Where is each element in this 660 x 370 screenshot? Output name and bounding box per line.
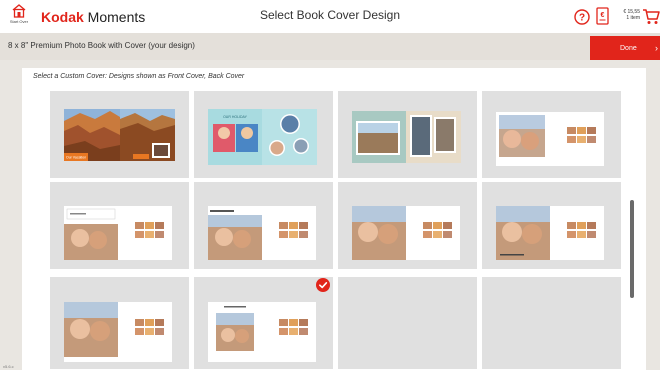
product-bar: 8 x 8" Premium Photo Book with Cover (yo… xyxy=(0,33,660,60)
canyon-cover-title: Our Vacation xyxy=(66,156,86,160)
cover-option-white-grid-7[interactable] xyxy=(194,277,333,369)
cover-preview: Our Vacation xyxy=(64,109,175,161)
euro-document-icon[interactable]: € xyxy=(596,7,609,25)
page-title: Select Book Cover Design xyxy=(259,8,401,22)
svg-text:€: € xyxy=(601,12,605,19)
empty-slot xyxy=(482,277,621,369)
cover-preview xyxy=(64,302,172,362)
cover-preview xyxy=(208,302,316,362)
cover-option-our-holiday[interactable]: OUR HOLIDAY xyxy=(194,91,333,178)
cover-option-white-grid-5[interactable] xyxy=(482,182,621,269)
cover-preview xyxy=(496,112,604,166)
app: Start Over Kodak Moments Select Book Cov… xyxy=(0,0,660,370)
cover-preview xyxy=(208,206,316,260)
cover-option-travel-scrapbook[interactable] xyxy=(338,91,477,178)
cover-preview xyxy=(352,206,460,260)
done-button[interactable]: Done › xyxy=(590,36,660,60)
done-label: Done xyxy=(620,44,637,52)
instructions: Select a Custom Cover: Designs shown as … xyxy=(33,73,245,80)
selected-badge xyxy=(316,278,330,292)
question-circle-icon[interactable]: ? xyxy=(574,9,590,25)
cover-option-canyon-adventure[interactable]: Our Vacation xyxy=(50,91,189,178)
product-name: 8 x 8" Premium Photo Book with Cover (yo… xyxy=(8,41,195,50)
cover-preview: OUR HOLIDAY xyxy=(208,109,317,165)
header: Start Over Kodak Moments Select Book Cov… xyxy=(0,0,660,33)
cover-preview xyxy=(496,206,604,260)
svg-text:?: ? xyxy=(579,13,585,24)
version-label: v5.6.c xyxy=(3,364,14,369)
holiday-cover-title: OUR HOLIDAY xyxy=(223,115,248,119)
cart-items: 1 item xyxy=(626,15,640,21)
checkmark-icon xyxy=(319,282,328,289)
cover-option-white-grid-2[interactable] xyxy=(50,182,189,269)
scrollbar-thumb[interactable] xyxy=(630,200,634,298)
cover-option-white-grid-4[interactable] xyxy=(338,182,477,269)
shopping-cart-icon[interactable] xyxy=(642,8,660,25)
cover-option-white-grid-6[interactable] xyxy=(50,277,189,369)
chevron-right-icon: › xyxy=(655,43,658,53)
cover-preview xyxy=(352,111,461,163)
empty-slot xyxy=(338,277,477,369)
cover-option-white-grid-1[interactable] xyxy=(482,91,621,178)
cover-option-white-grid-3[interactable] xyxy=(194,182,333,269)
cart-summary[interactable]: € 15,55 1 item xyxy=(617,9,640,21)
cover-preview xyxy=(64,206,172,260)
